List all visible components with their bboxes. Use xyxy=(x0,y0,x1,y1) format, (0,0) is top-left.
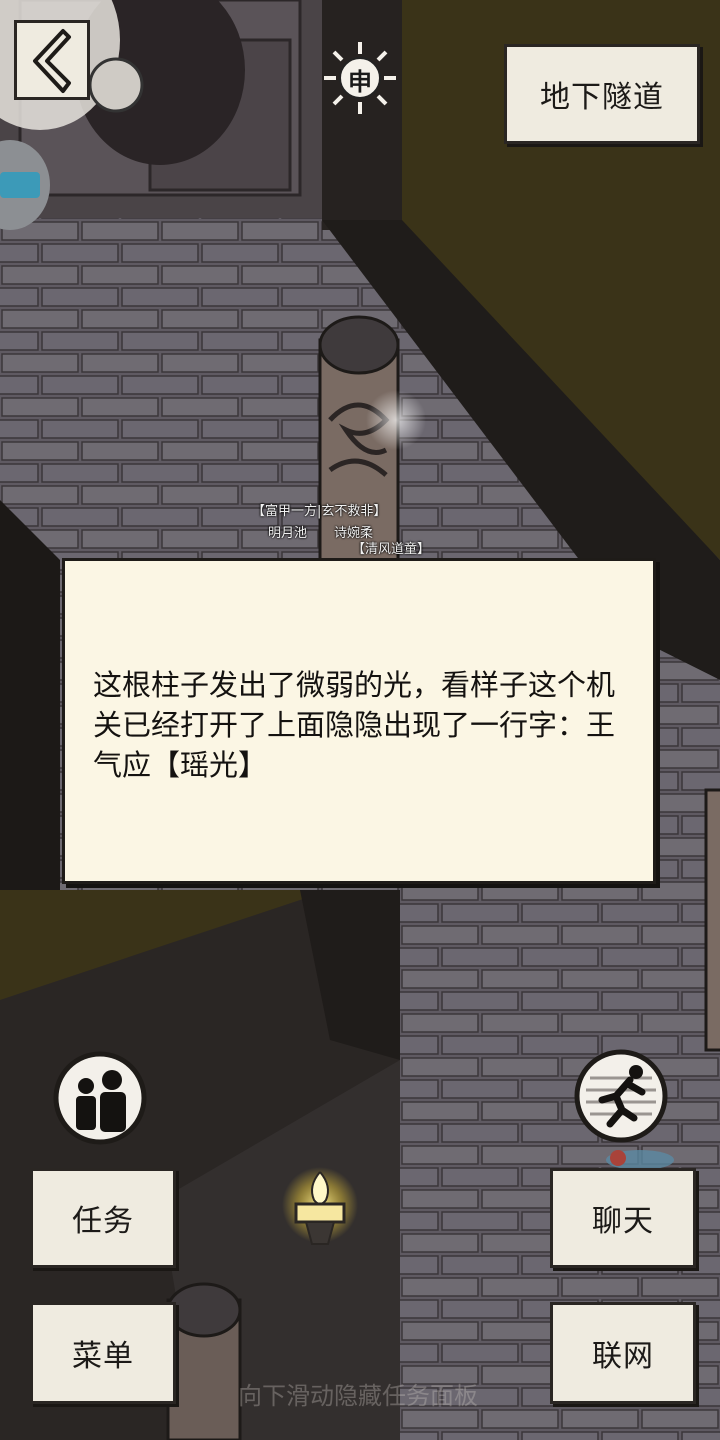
party-people-icon xyxy=(53,1051,147,1145)
swipe-hint: 向下滑动隐藏任务面板 xyxy=(238,1382,478,1410)
player-name-left: 明月池 xyxy=(268,526,308,541)
menu-button-label: 菜单 xyxy=(72,1339,134,1374)
dialog-box[interactable]: 这根柱子发出了微弱的光，看样子这个机关已经打开了上面隐隐出现了一行字：王气应【瑶… xyxy=(62,558,656,884)
wall-torch xyxy=(280,1160,360,1260)
dialog-text: 这根柱子发出了微弱的光，看样子这个机关已经打开了上面隐隐出现了一行字：王气应【瑶… xyxy=(93,668,616,782)
torch-icon xyxy=(282,1167,358,1245)
app-badge-icon xyxy=(0,172,40,198)
player-title-top: 【富甲一方|玄不救非】 xyxy=(252,504,387,519)
online-button-label: 联网 xyxy=(592,1339,654,1374)
run-icon xyxy=(574,1049,668,1143)
menu-button[interactable]: 菜单 xyxy=(30,1302,176,1404)
online-button[interactable]: 联网 xyxy=(550,1302,696,1404)
time-badge: 申 xyxy=(322,40,398,116)
party-button[interactable] xyxy=(52,1050,148,1146)
time-glyph: 申 xyxy=(348,68,372,96)
run-button[interactable] xyxy=(572,1048,670,1144)
back-arrow-icon xyxy=(33,29,71,93)
chat-button-label: 聊天 xyxy=(592,1204,654,1239)
task-button-label: 任务 xyxy=(72,1204,134,1239)
location-label: 地下隧道 xyxy=(504,44,700,144)
task-button[interactable]: 任务 xyxy=(30,1168,176,1268)
player-title-bottom: 【清风道童】 xyxy=(352,542,431,557)
location-text: 地下隧道 xyxy=(540,80,664,115)
back-button[interactable] xyxy=(14,20,90,100)
chat-button[interactable]: 聊天 xyxy=(550,1168,696,1268)
